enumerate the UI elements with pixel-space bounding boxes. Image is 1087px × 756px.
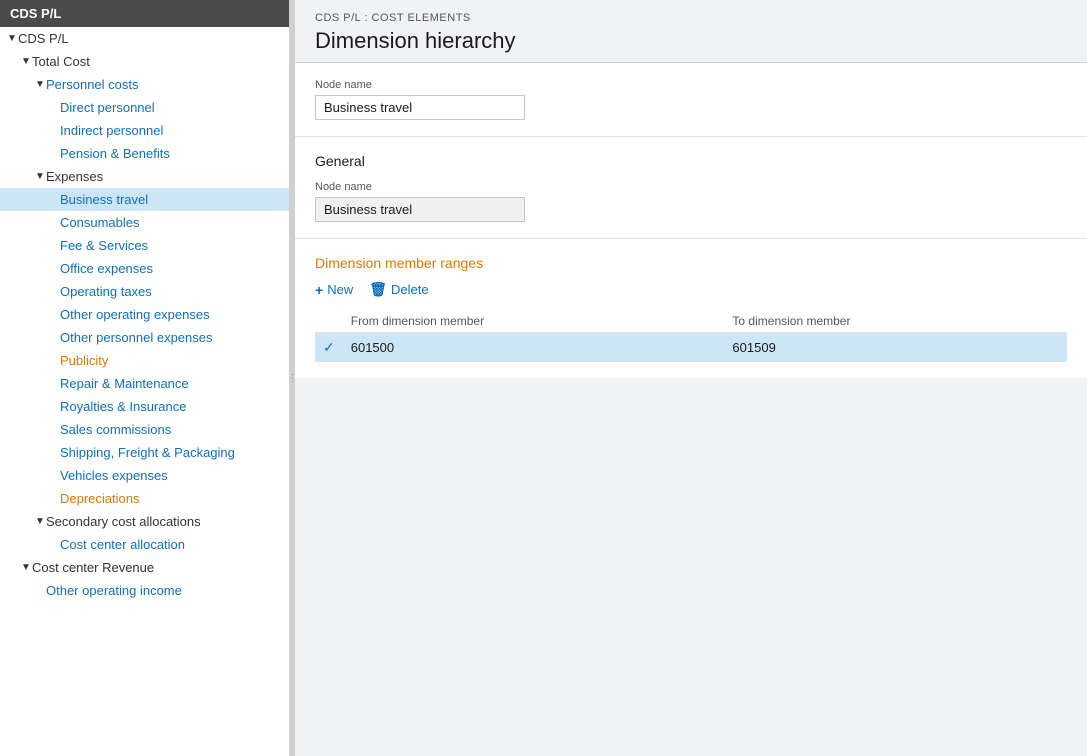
- sidebar-item-royalties-insurance[interactable]: Royalties & Insurance: [0, 395, 289, 418]
- general-title: General: [315, 153, 1067, 169]
- sidebar-item-pension-benefits[interactable]: Pension & Benefits: [0, 142, 289, 165]
- row-check: ✓: [315, 333, 343, 363]
- tree-label-repair-maintenance: Repair & Maintenance: [60, 376, 281, 391]
- tree-toggle-total-cost[interactable]: ▼: [20, 56, 32, 67]
- sidebar-item-other-personnel-expenses[interactable]: Other personnel expenses: [0, 326, 289, 349]
- sidebar-item-sales-commissions[interactable]: Sales commissions: [0, 418, 289, 441]
- tree-label-business-travel: Business travel: [60, 192, 281, 207]
- col-from: From dimension member: [343, 310, 725, 333]
- new-label: New: [327, 282, 353, 297]
- tree-label-publicity: Publicity: [60, 353, 281, 368]
- sidebar-item-total-cost[interactable]: ▼Total Cost: [0, 50, 289, 73]
- plus-icon: +: [315, 282, 323, 298]
- tree-label-other-operating-income: Other operating income: [46, 583, 281, 598]
- tree-label-other-operating-expenses: Other operating expenses: [60, 307, 281, 322]
- tree-label-fee-services: Fee & Services: [60, 238, 281, 253]
- sidebar-item-depreciations[interactable]: Depreciations: [0, 487, 289, 510]
- sidebar-item-indirect-personnel[interactable]: Indirect personnel: [0, 119, 289, 142]
- tree-toggle-cost-center-revenue[interactable]: ▼: [20, 562, 32, 573]
- sidebar-item-vehicles-expenses[interactable]: Vehicles expenses: [0, 464, 289, 487]
- tree-label-sales-commissions: Sales commissions: [60, 422, 281, 437]
- sidebar-item-expenses[interactable]: ▼Expenses: [0, 165, 289, 188]
- tree-label-office-expenses: Office expenses: [60, 261, 281, 276]
- tree-label-cost-center-allocation: Cost center allocation: [60, 537, 281, 552]
- delete-label: Delete: [391, 282, 429, 297]
- sidebar-item-secondary-cost[interactable]: ▼Secondary cost allocations: [0, 510, 289, 533]
- sidebar-item-personnel-costs[interactable]: ▼Personnel costs: [0, 73, 289, 96]
- sidebar-item-direct-personnel[interactable]: Direct personnel: [0, 96, 289, 119]
- tree-label-cds-pl: CDS P/L: [18, 31, 281, 46]
- sidebar-item-fee-services[interactable]: Fee & Services: [0, 234, 289, 257]
- tree-label-indirect-personnel: Indirect personnel: [60, 123, 281, 138]
- tree-label-royalties-insurance: Royalties & Insurance: [60, 399, 281, 414]
- tree-label-vehicles-expenses: Vehicles expenses: [60, 468, 281, 483]
- tree-label-secondary-cost: Secondary cost allocations: [46, 514, 281, 529]
- tree-label-direct-personnel: Direct personnel: [60, 100, 281, 115]
- general-section: General Node name: [295, 137, 1087, 239]
- tree-toggle-expenses[interactable]: ▼: [34, 171, 46, 182]
- sidebar: CDS P/L ▼CDS P/L▼Total Cost▼Personnel co…: [0, 0, 290, 756]
- delete-icon: 🗑: [369, 281, 387, 298]
- sidebar-item-cost-center-allocation[interactable]: Cost center allocation: [0, 533, 289, 556]
- top-node-section: Node name: [295, 63, 1087, 137]
- main-header: CDS P/L : COST ELEMENTS Dimension hierar…: [295, 0, 1087, 63]
- tree-label-cost-center-revenue: Cost center Revenue: [32, 560, 281, 575]
- tree-label-personnel-costs: Personnel costs: [46, 77, 281, 92]
- sidebar-item-other-operating-expenses[interactable]: Other operating expenses: [0, 303, 289, 326]
- dimension-section: Dimension member ranges + New 🗑 Delete F…: [295, 239, 1087, 378]
- tree-label-other-personnel-expenses: Other personnel expenses: [60, 330, 281, 345]
- sidebar-item-business-travel[interactable]: Business travel: [0, 188, 289, 211]
- tree-label-depreciations: Depreciations: [60, 491, 281, 506]
- sidebar-item-repair-maintenance[interactable]: Repair & Maintenance: [0, 372, 289, 395]
- sidebar-item-cost-center-revenue[interactable]: ▼Cost center Revenue: [0, 556, 289, 579]
- top-node-label: Node name: [315, 79, 1067, 91]
- dimension-table: From dimension member To dimension membe…: [315, 310, 1067, 362]
- col-to: To dimension member: [724, 310, 1067, 333]
- tree-label-pension-benefits: Pension & Benefits: [60, 146, 281, 161]
- tree-toggle-personnel-costs[interactable]: ▼: [34, 79, 46, 90]
- toolbar: + New 🗑 Delete: [315, 281, 1067, 298]
- page-title: Dimension hierarchy: [315, 28, 1067, 54]
- tree-label-expenses: Expenses: [46, 169, 281, 184]
- tree-toggle-cds-pl[interactable]: ▼: [6, 33, 18, 44]
- main-content: CDS P/L : COST ELEMENTS Dimension hierar…: [295, 0, 1087, 756]
- tree-toggle-secondary-cost[interactable]: ▼: [34, 516, 46, 527]
- new-button[interactable]: + New: [315, 282, 353, 298]
- dimension-section-title: Dimension member ranges: [315, 255, 1067, 271]
- tree-label-total-cost: Total Cost: [32, 54, 281, 69]
- sidebar-item-cds-pl[interactable]: ▼CDS P/L: [0, 27, 289, 50]
- check-icon: ✓: [323, 339, 335, 355]
- tree-label-operating-taxes: Operating taxes: [60, 284, 281, 299]
- breadcrumb: CDS P/L : COST ELEMENTS: [315, 12, 1067, 24]
- general-node-input[interactable]: [315, 197, 525, 222]
- sidebar-item-consumables[interactable]: Consumables: [0, 211, 289, 234]
- sidebar-item-publicity[interactable]: Publicity: [0, 349, 289, 372]
- sidebar-header: CDS P/L: [0, 0, 289, 27]
- tree-label-consumables: Consumables: [60, 215, 281, 230]
- to-member: 601509: [724, 333, 1067, 363]
- top-node-input[interactable]: [315, 95, 525, 120]
- sidebar-item-other-operating-income[interactable]: Other operating income: [0, 579, 289, 602]
- general-node-label: Node name: [315, 181, 1067, 193]
- from-member: 601500: [343, 333, 725, 363]
- sidebar-item-shipping-freight[interactable]: Shipping, Freight & Packaging: [0, 441, 289, 464]
- col-check: [315, 310, 343, 333]
- sidebar-item-operating-taxes[interactable]: Operating taxes: [0, 280, 289, 303]
- tree-label-shipping-freight: Shipping, Freight & Packaging: [60, 445, 281, 460]
- delete-button[interactable]: 🗑 Delete: [369, 281, 428, 298]
- table-row[interactable]: ✓ 601500601509: [315, 333, 1067, 363]
- sidebar-item-office-expenses[interactable]: Office expenses: [0, 257, 289, 280]
- tree-container: ▼CDS P/L▼Total Cost▼Personnel costsDirec…: [0, 27, 289, 602]
